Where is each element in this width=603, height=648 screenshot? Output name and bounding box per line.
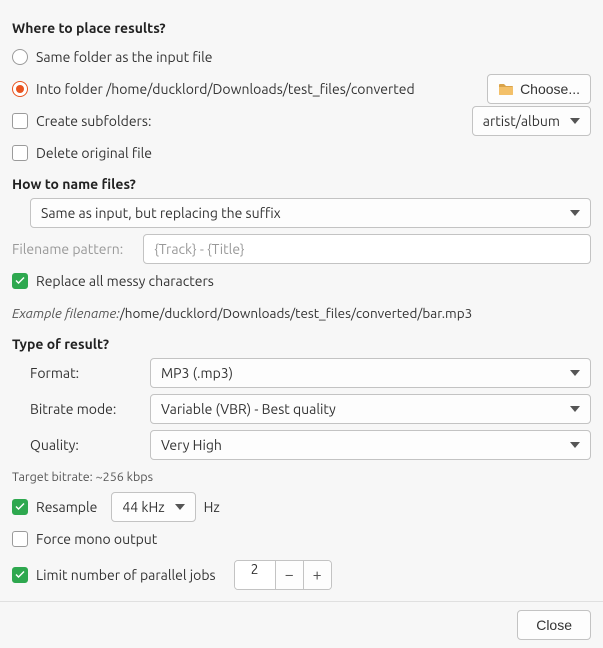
section-type-result-title: Type of result? xyxy=(12,336,591,352)
format-label: Format: xyxy=(30,365,140,381)
radio-into-folder-label: Into folder /home/ducklord/Downloads/tes… xyxy=(36,81,415,97)
chevron-down-icon xyxy=(570,406,580,412)
filename-pattern-input[interactable]: {Track} - {Title} xyxy=(143,234,591,264)
section-place-results-title: Where to place results? xyxy=(12,20,591,36)
combo-resample-rate[interactable]: 44 kHz xyxy=(111,492,195,522)
limit-jobs-label: Limit number of parallel jobs xyxy=(36,567,216,583)
bitrate-mode-label: Bitrate mode: xyxy=(30,401,140,417)
radio-into-folder[interactable] xyxy=(12,81,28,97)
chevron-down-icon xyxy=(570,210,580,216)
force-mono-label: Force mono output xyxy=(36,531,157,547)
delete-original-label: Delete original file xyxy=(36,145,152,161)
chevron-down-icon xyxy=(570,370,580,376)
combo-naming-scheme[interactable]: Same as input, but replacing the suffix xyxy=(30,198,591,228)
checkbox-create-subfolders[interactable] xyxy=(12,113,28,129)
folder-icon xyxy=(498,82,514,96)
jobs-spinner[interactable]: 2 − + xyxy=(234,560,332,590)
choose-folder-button[interactable]: Choose... xyxy=(487,74,591,104)
jobs-increment-button[interactable]: + xyxy=(303,561,331,589)
section-name-files-title: How to name files? xyxy=(12,176,591,192)
checkbox-force-mono[interactable] xyxy=(12,531,28,547)
combo-subfolder-pattern[interactable]: artist/album xyxy=(472,106,591,136)
jobs-decrement-button[interactable]: − xyxy=(275,561,303,589)
radio-same-folder[interactable] xyxy=(12,49,28,65)
resample-label: Resample xyxy=(36,499,97,515)
radio-same-folder-label: Same folder as the input file xyxy=(36,49,213,65)
filename-pattern-label: Filename pattern: xyxy=(12,241,123,257)
combo-format[interactable]: MP3 (.mp3) xyxy=(150,358,591,388)
checkbox-resample[interactable] xyxy=(12,499,28,515)
example-filename-prefix: Example filename: xyxy=(12,305,120,321)
chevron-down-icon xyxy=(570,442,580,448)
quality-label: Quality: xyxy=(30,437,140,453)
checkbox-replace-messy[interactable] xyxy=(12,273,28,289)
create-subfolders-label: Create subfolders: xyxy=(36,113,151,129)
example-filename-value: /home/ducklord/Downloads/test_files/conv… xyxy=(120,305,472,321)
combo-quality[interactable]: Very High xyxy=(150,430,591,460)
chevron-down-icon xyxy=(570,118,580,124)
chevron-down-icon xyxy=(175,504,185,510)
resample-unit: Hz xyxy=(204,499,220,515)
close-button[interactable]: Close xyxy=(517,610,591,640)
checkbox-delete-original[interactable] xyxy=(12,145,28,161)
replace-messy-label: Replace all messy characters xyxy=(36,273,214,289)
combo-bitrate-mode[interactable]: Variable (VBR) - Best quality xyxy=(150,394,591,424)
checkbox-limit-jobs[interactable] xyxy=(12,567,28,583)
target-bitrate-text: Target bitrate: ~256 kbps xyxy=(12,470,591,484)
jobs-value[interactable]: 2 xyxy=(235,561,275,589)
